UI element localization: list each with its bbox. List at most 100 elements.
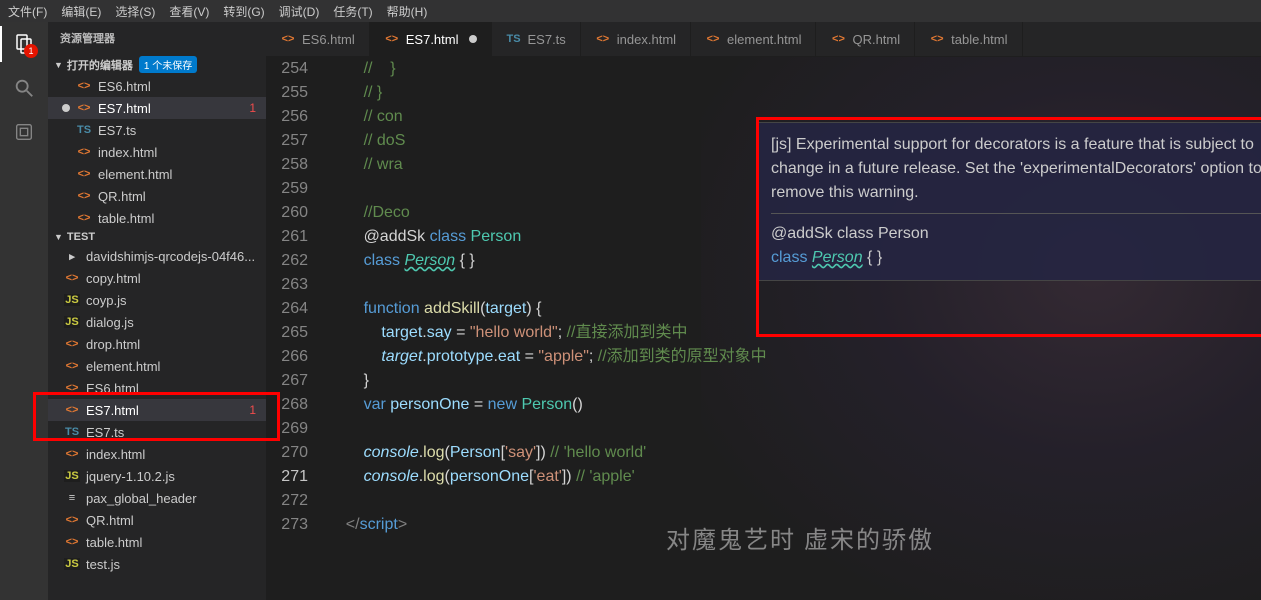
open-editor-item[interactable]: TSES7.ts [48,119,266,141]
file-label: dialog.js [86,315,134,330]
explorer-icon[interactable]: 1 [12,32,36,56]
editor-tab[interactable]: <>index.html [581,22,691,56]
code-line[interactable]: // } [328,57,1261,81]
code-line[interactable]: } [328,369,1261,393]
code-line[interactable]: console.log(Person['say']) // 'hello wor… [328,441,1261,465]
tree-item[interactable]: <>ES6.html [48,377,266,399]
tab-label: ES7.ts [528,32,566,47]
file-label: element.html [86,359,160,374]
code-line[interactable]: function addSkill(target) { [328,297,1261,321]
file-label: index.html [98,145,157,160]
file-icon: JS [64,294,80,306]
file-icon: JS [64,316,80,328]
editor-tab[interactable]: TSES7.ts [492,22,581,56]
open-editor-item[interactable]: <>table.html [48,207,266,229]
code-line[interactable]: target.say = "hello world"; //直接添加到类中 [328,321,1261,345]
code-line[interactable] [328,489,1261,513]
tree-item[interactable]: JScoyp.js [48,289,266,311]
file-icon: TS [76,124,92,136]
editor-tab[interactable]: <>table.html [915,22,1022,56]
open-editor-item[interactable]: <>QR.html [48,185,266,207]
code-line[interactable]: target.prototype.eat = "apple"; //添加到类的原… [328,345,1261,369]
code-line[interactable]: var personOne = new Person() [328,393,1261,417]
search-icon[interactable] [12,76,36,100]
scm-icon[interactable] [12,120,36,144]
file-label: ES6.html [86,381,139,396]
code-line[interactable]: // } [328,81,1261,105]
tree-item[interactable]: <>ES7.html1 [48,399,266,421]
problem-count: 1 [249,101,256,115]
menu-item[interactable]: 转到(G) [223,3,264,20]
menu-item[interactable]: 文件(F) [8,3,47,20]
editor-tab[interactable]: <>ES7.html [370,22,492,56]
file-icon: <> [76,80,92,92]
code-line[interactable] [328,417,1261,441]
tree-item[interactable]: <>table.html [48,531,266,553]
explorer-badge: 1 [24,44,38,58]
tree-item[interactable]: <> copy.html [48,267,266,289]
open-editor-item[interactable]: <>ES7.html1 [48,97,266,119]
tree-item[interactable]: <>element.html [48,355,266,377]
line-number: 261 [266,225,308,249]
menu-item[interactable]: 帮助(H) [387,3,428,20]
line-number: 256 [266,105,308,129]
editor-tab[interactable]: <> element.html [691,22,816,56]
hover-signature-2: class Person { } [771,246,1261,270]
file-label: test.js [86,557,120,572]
tab-label: element.html [727,32,801,47]
line-gutter: 2542552562572582592602612622632642652662… [266,57,328,600]
file-icon: <> [64,404,80,416]
tree-item[interactable]: TSES7.ts [48,421,266,443]
file-icon: TS [64,426,80,438]
activitybar: 1 [0,22,48,600]
editor-tab[interactable]: <>ES6.html [266,22,370,56]
line-number: 270 [266,441,308,465]
file-icon: <> [64,448,80,460]
menu-item[interactable]: 查看(V) [169,3,209,20]
tree-item[interactable]: <>QR.html [48,509,266,531]
file-icon: ▸ [64,250,80,263]
tree-item[interactable]: <> drop.html [48,333,266,355]
hover-signature-1: @addSk class Person [771,222,1261,246]
menubar[interactable]: 文件(F) 编辑(E) 选择(S) 查看(V) 转到(G) 调试(D) 任务(T) 帮助(H) [0,0,1261,22]
file-icon: ≡ [64,492,80,504]
line-number: 266 [266,345,308,369]
line-number: 268 [266,393,308,417]
line-number: 255 [266,81,308,105]
file-icon: <> [64,272,80,284]
file-icon: <> [595,33,611,45]
editor-tab[interactable]: <>QR.html [816,22,915,56]
chevron-down-icon: ▼ [54,60,63,70]
tree-item[interactable]: JStest.js [48,553,266,575]
tree-item[interactable]: JS dialog.js [48,311,266,333]
file-label: ES6.html [98,79,151,94]
menu-item[interactable]: 编辑(E) [61,3,101,20]
line-number: 263 [266,273,308,297]
menu-item[interactable]: 选择(S) [115,3,155,20]
hover-tooltip: [js] Experimental support for decorators… [756,122,1261,281]
open-editor-item[interactable]: <> ES6.html [48,75,266,97]
tab-label: ES6.html [302,32,355,47]
open-editor-item[interactable]: <>element.html [48,163,266,185]
file-icon: <> [64,338,80,350]
tab-label: QR.html [852,32,900,47]
line-number: 257 [266,129,308,153]
hover-message: [js] Experimental support for decorators… [771,133,1261,205]
file-icon: <> [64,514,80,526]
editor-tabs: <>ES6.html<>ES7.htmlTSES7.ts<>index.html… [266,22,1261,57]
code-line[interactable]: console.log(personOne['eat']) // 'apple' [328,465,1261,489]
line-number: 262 [266,249,308,273]
tree-item[interactable]: JSjquery-1.10.2.js [48,465,266,487]
open-editors-header[interactable]: ▼ 打开的编辑器 1 个未保存 [48,54,266,75]
watermark-text: 对魔鬼艺时 虚宋的骄傲 [666,520,934,555]
tree-item[interactable]: ▸davidshimjs-qrcodejs-04f46... [48,245,266,267]
menu-item[interactable]: 任务(T) [333,3,372,20]
open-editor-item[interactable]: <>index.html [48,141,266,163]
folder-header[interactable]: ▼ TEST [48,229,266,245]
file-label: drop.html [86,337,140,352]
tree-item[interactable]: ≡pax_global_header [48,487,266,509]
menu-item[interactable]: 调试(D) [279,3,320,20]
file-icon: <> [705,33,721,45]
tree-item[interactable]: <>index.html [48,443,266,465]
file-label: copy.html [86,271,141,286]
